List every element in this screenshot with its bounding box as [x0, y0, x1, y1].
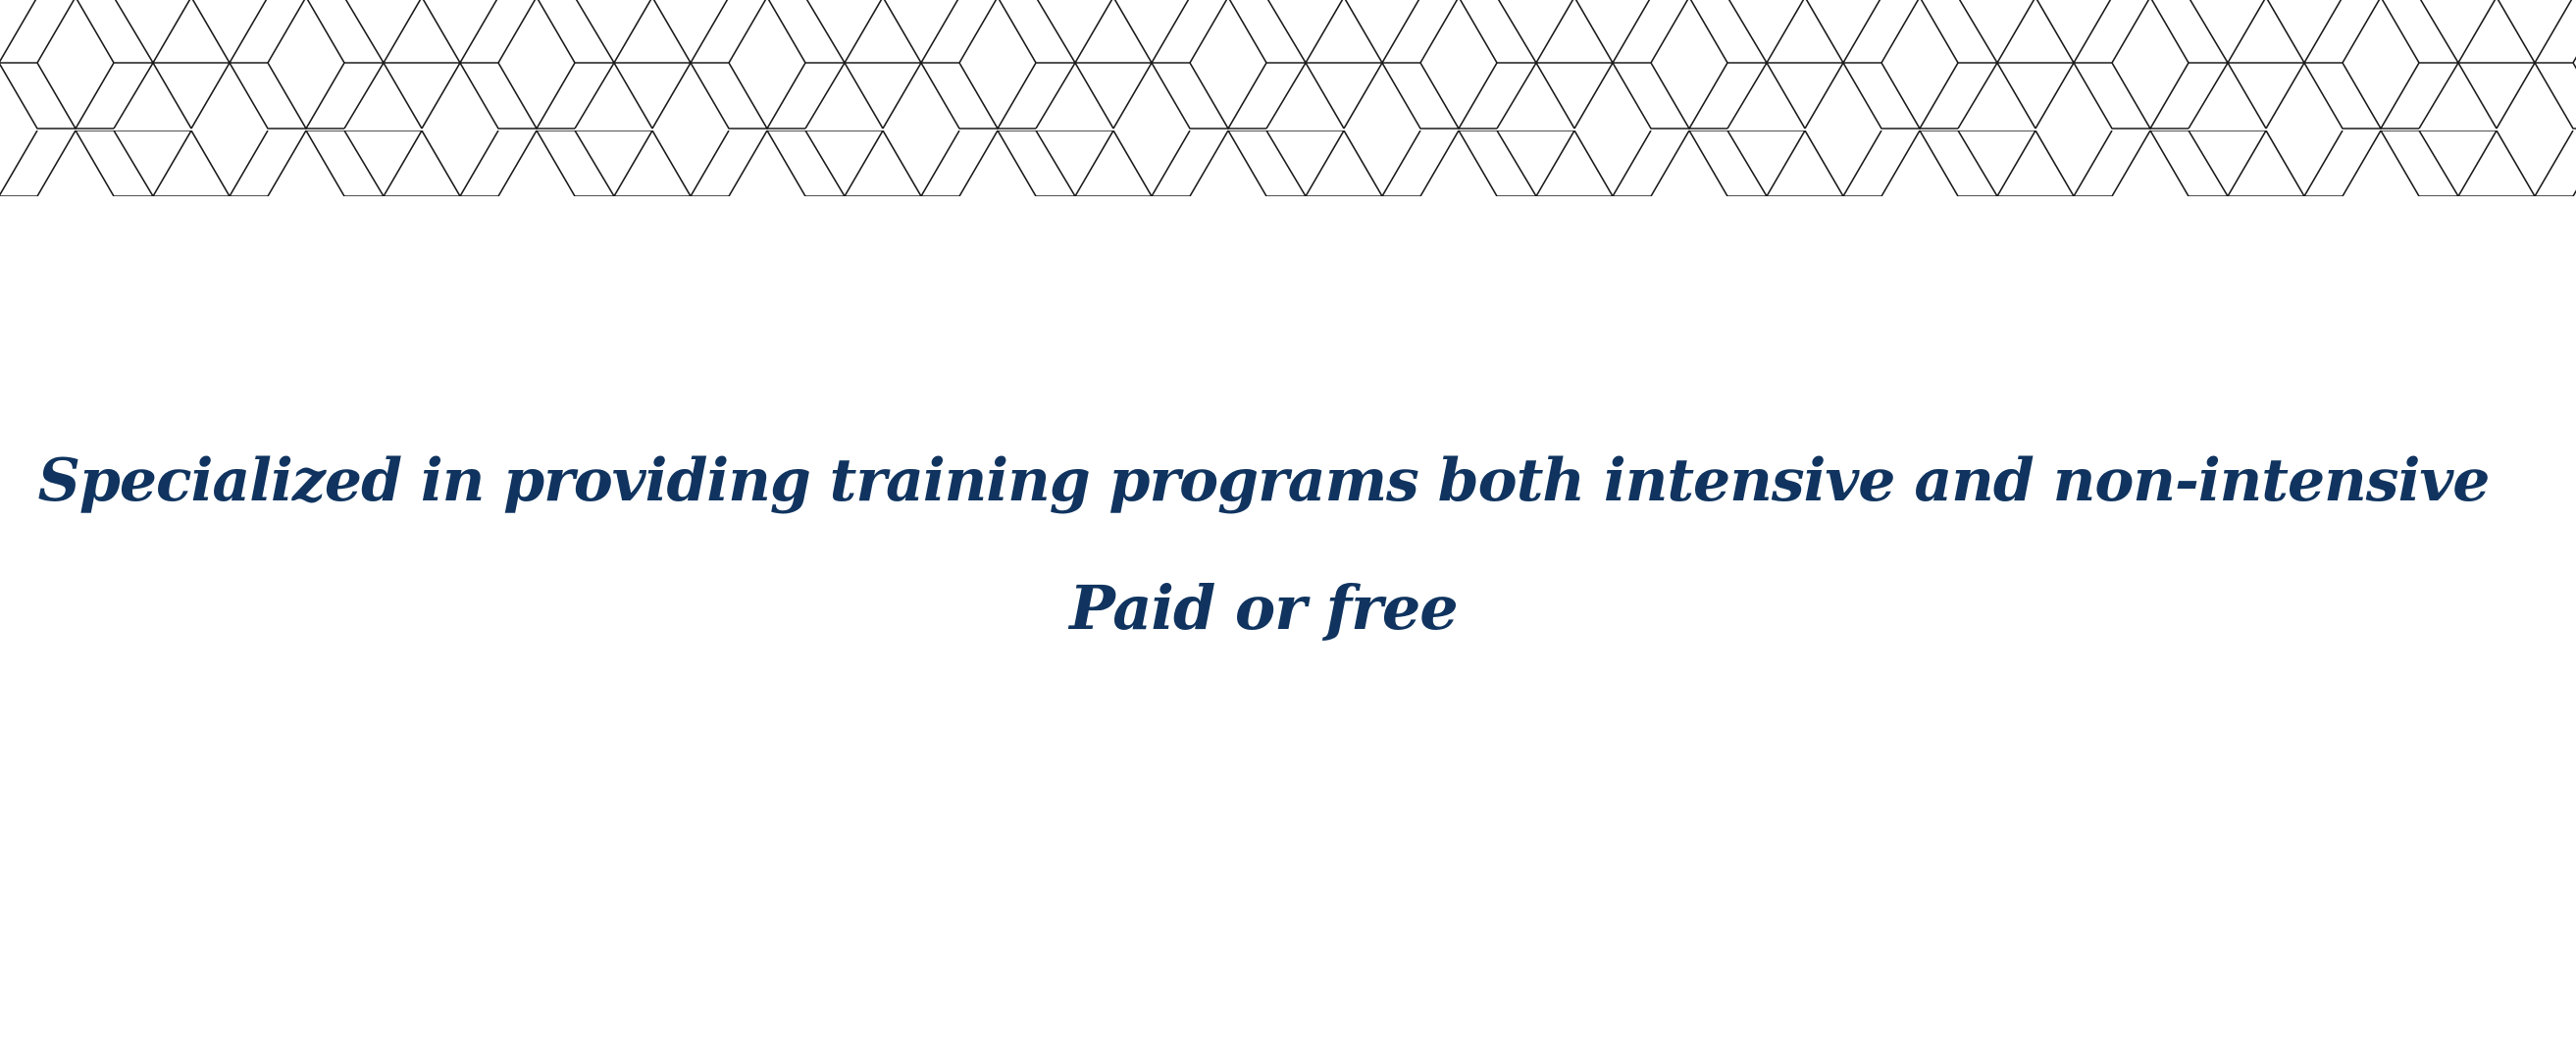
decorative-cube-pattern-band — [0, 0, 2576, 196]
main-headline: Specialized in providing training progra… — [37, 446, 2491, 515]
isometric-cube-pattern-icon — [0, 0, 2576, 196]
sub-headline: Paid or free — [1069, 572, 1458, 644]
